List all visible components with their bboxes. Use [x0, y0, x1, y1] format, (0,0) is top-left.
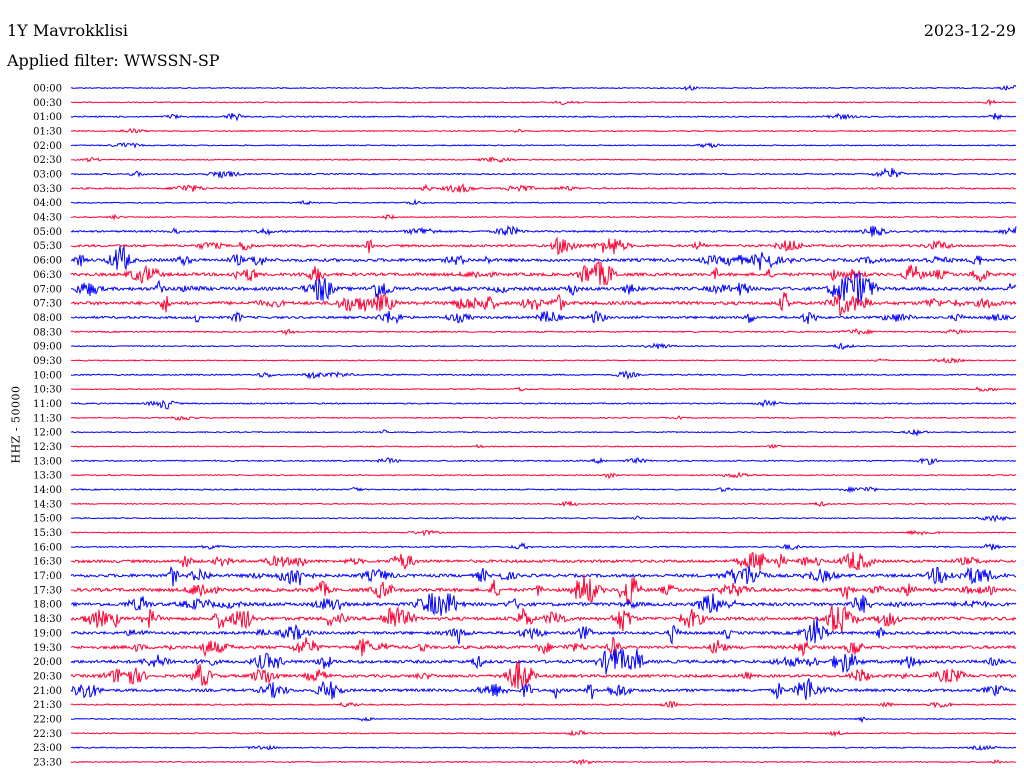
- trace-line: [70, 744, 1016, 751]
- time-tick-label: 04:30: [33, 213, 62, 224]
- trace-line: [71, 457, 1017, 465]
- trace-line: [70, 370, 1017, 381]
- trace-line: [70, 551, 1017, 571]
- time-tick-label: 18:30: [33, 614, 62, 625]
- trace-line: [70, 678, 1017, 701]
- time-tick-label: 15:30: [33, 528, 62, 539]
- time-tick-label: 22:00: [33, 714, 62, 725]
- trace-line: [71, 167, 1017, 179]
- time-tick-label: 04:00: [33, 198, 62, 209]
- time-tick-label: 13:30: [33, 471, 62, 482]
- time-tick-label: 00:30: [33, 98, 62, 109]
- trace-line: [70, 471, 1017, 480]
- trace-line: [71, 99, 1017, 107]
- time-tick-label: 08:00: [33, 313, 62, 324]
- time-tick-label: 21:30: [33, 700, 62, 711]
- trace-line: [70, 592, 1017, 616]
- time-tick-label: 12:30: [33, 442, 62, 453]
- time-tick-label: 23:00: [33, 743, 62, 754]
- trace-line: [70, 198, 1017, 206]
- trace-line: [70, 574, 1017, 605]
- time-tick-label: 01:00: [33, 112, 62, 123]
- trace-line: [70, 636, 1017, 659]
- time-tick-label: 01:30: [33, 127, 62, 138]
- time-tick-label: 23:30: [33, 757, 62, 768]
- time-tick-label: 14:30: [33, 499, 62, 510]
- time-tick-label: 10:30: [33, 385, 62, 396]
- time-tick-label: 17:30: [33, 585, 62, 596]
- trace-line: [70, 729, 1017, 738]
- trace-line: [70, 245, 1017, 271]
- trace-line: [70, 260, 1017, 286]
- trace-line: [71, 310, 1017, 325]
- trace-line: [70, 485, 1017, 494]
- trace-line: [70, 415, 1017, 421]
- trace-line: [70, 443, 1017, 449]
- time-tick-label: 18:00: [33, 600, 62, 611]
- time-tick-label: 19:00: [33, 628, 62, 639]
- trace-line: [70, 213, 1017, 221]
- trace-line: [71, 386, 1017, 393]
- time-tick-label: 03:00: [33, 170, 62, 181]
- trace-line: [70, 500, 1017, 508]
- trace-line: [70, 112, 1017, 122]
- trace-line: [70, 224, 1017, 237]
- time-tick-label: 11:30: [33, 413, 62, 424]
- trace-line: [70, 328, 1017, 336]
- time-tick-label: 08:30: [33, 327, 62, 338]
- time-tick-label: 03:30: [33, 184, 62, 195]
- trace-line: [70, 356, 1017, 364]
- time-tick-label: 21:00: [33, 686, 62, 697]
- time-tick-label: 11:00: [33, 399, 62, 410]
- time-tick-label: 14:00: [33, 485, 62, 496]
- time-tick-label: 13:00: [33, 456, 62, 467]
- time-tick-label: 12:00: [33, 428, 62, 439]
- time-tick-label: 09:30: [33, 356, 62, 367]
- trace-line: [70, 716, 1016, 724]
- time-tick-label: 09:00: [33, 342, 62, 353]
- time-tick-label: 16:30: [33, 557, 62, 568]
- trace-line: [70, 605, 1017, 633]
- time-tick-label: 19:30: [33, 643, 62, 654]
- time-tick-label: 02:00: [33, 141, 62, 152]
- trace-line: [70, 428, 1016, 437]
- time-tick-label: 07:30: [33, 299, 62, 310]
- time-tick-label: 05:00: [33, 227, 62, 238]
- trace-line: [70, 399, 1017, 410]
- time-tick-label: 17:00: [33, 571, 62, 582]
- time-tick-label: 06:00: [33, 256, 62, 267]
- time-tick-label: 20:30: [33, 671, 62, 682]
- time-tick-label: 22:30: [33, 729, 62, 740]
- trace-line: [70, 617, 1017, 646]
- time-tick-label: 15:00: [33, 514, 62, 525]
- time-tick-label: 20:00: [33, 657, 62, 668]
- trace-line: [70, 565, 1017, 587]
- trace-line: [70, 236, 1017, 256]
- trace-line: [70, 142, 1017, 149]
- time-tick-label: 00:00: [33, 84, 62, 95]
- time-tick-label: 06:30: [33, 270, 62, 281]
- trace-line: [70, 700, 1016, 709]
- trace-line: [70, 529, 1017, 537]
- trace-line: [70, 84, 1017, 91]
- trace-line: [70, 272, 1017, 306]
- trace-line: [70, 183, 1016, 193]
- trace-line: [70, 758, 1017, 766]
- trace-line: [70, 542, 1017, 551]
- trace-line: [70, 156, 1017, 164]
- time-tick-label: 02:30: [33, 155, 62, 166]
- time-tick-label: 16:00: [33, 542, 62, 553]
- helicorder-plot: 00:00 00:30 01:00 01:30 02:00 02:30 03:00 03:30…: [33, 84, 1017, 768]
- trace-line: [71, 342, 1017, 350]
- time-tick-label: 10:00: [33, 370, 62, 381]
- trace-line: [70, 514, 1017, 523]
- time-tick-label: 07:00: [33, 284, 62, 295]
- trace-line: [70, 127, 1017, 134]
- time-tick-label: 05:30: [33, 241, 62, 252]
